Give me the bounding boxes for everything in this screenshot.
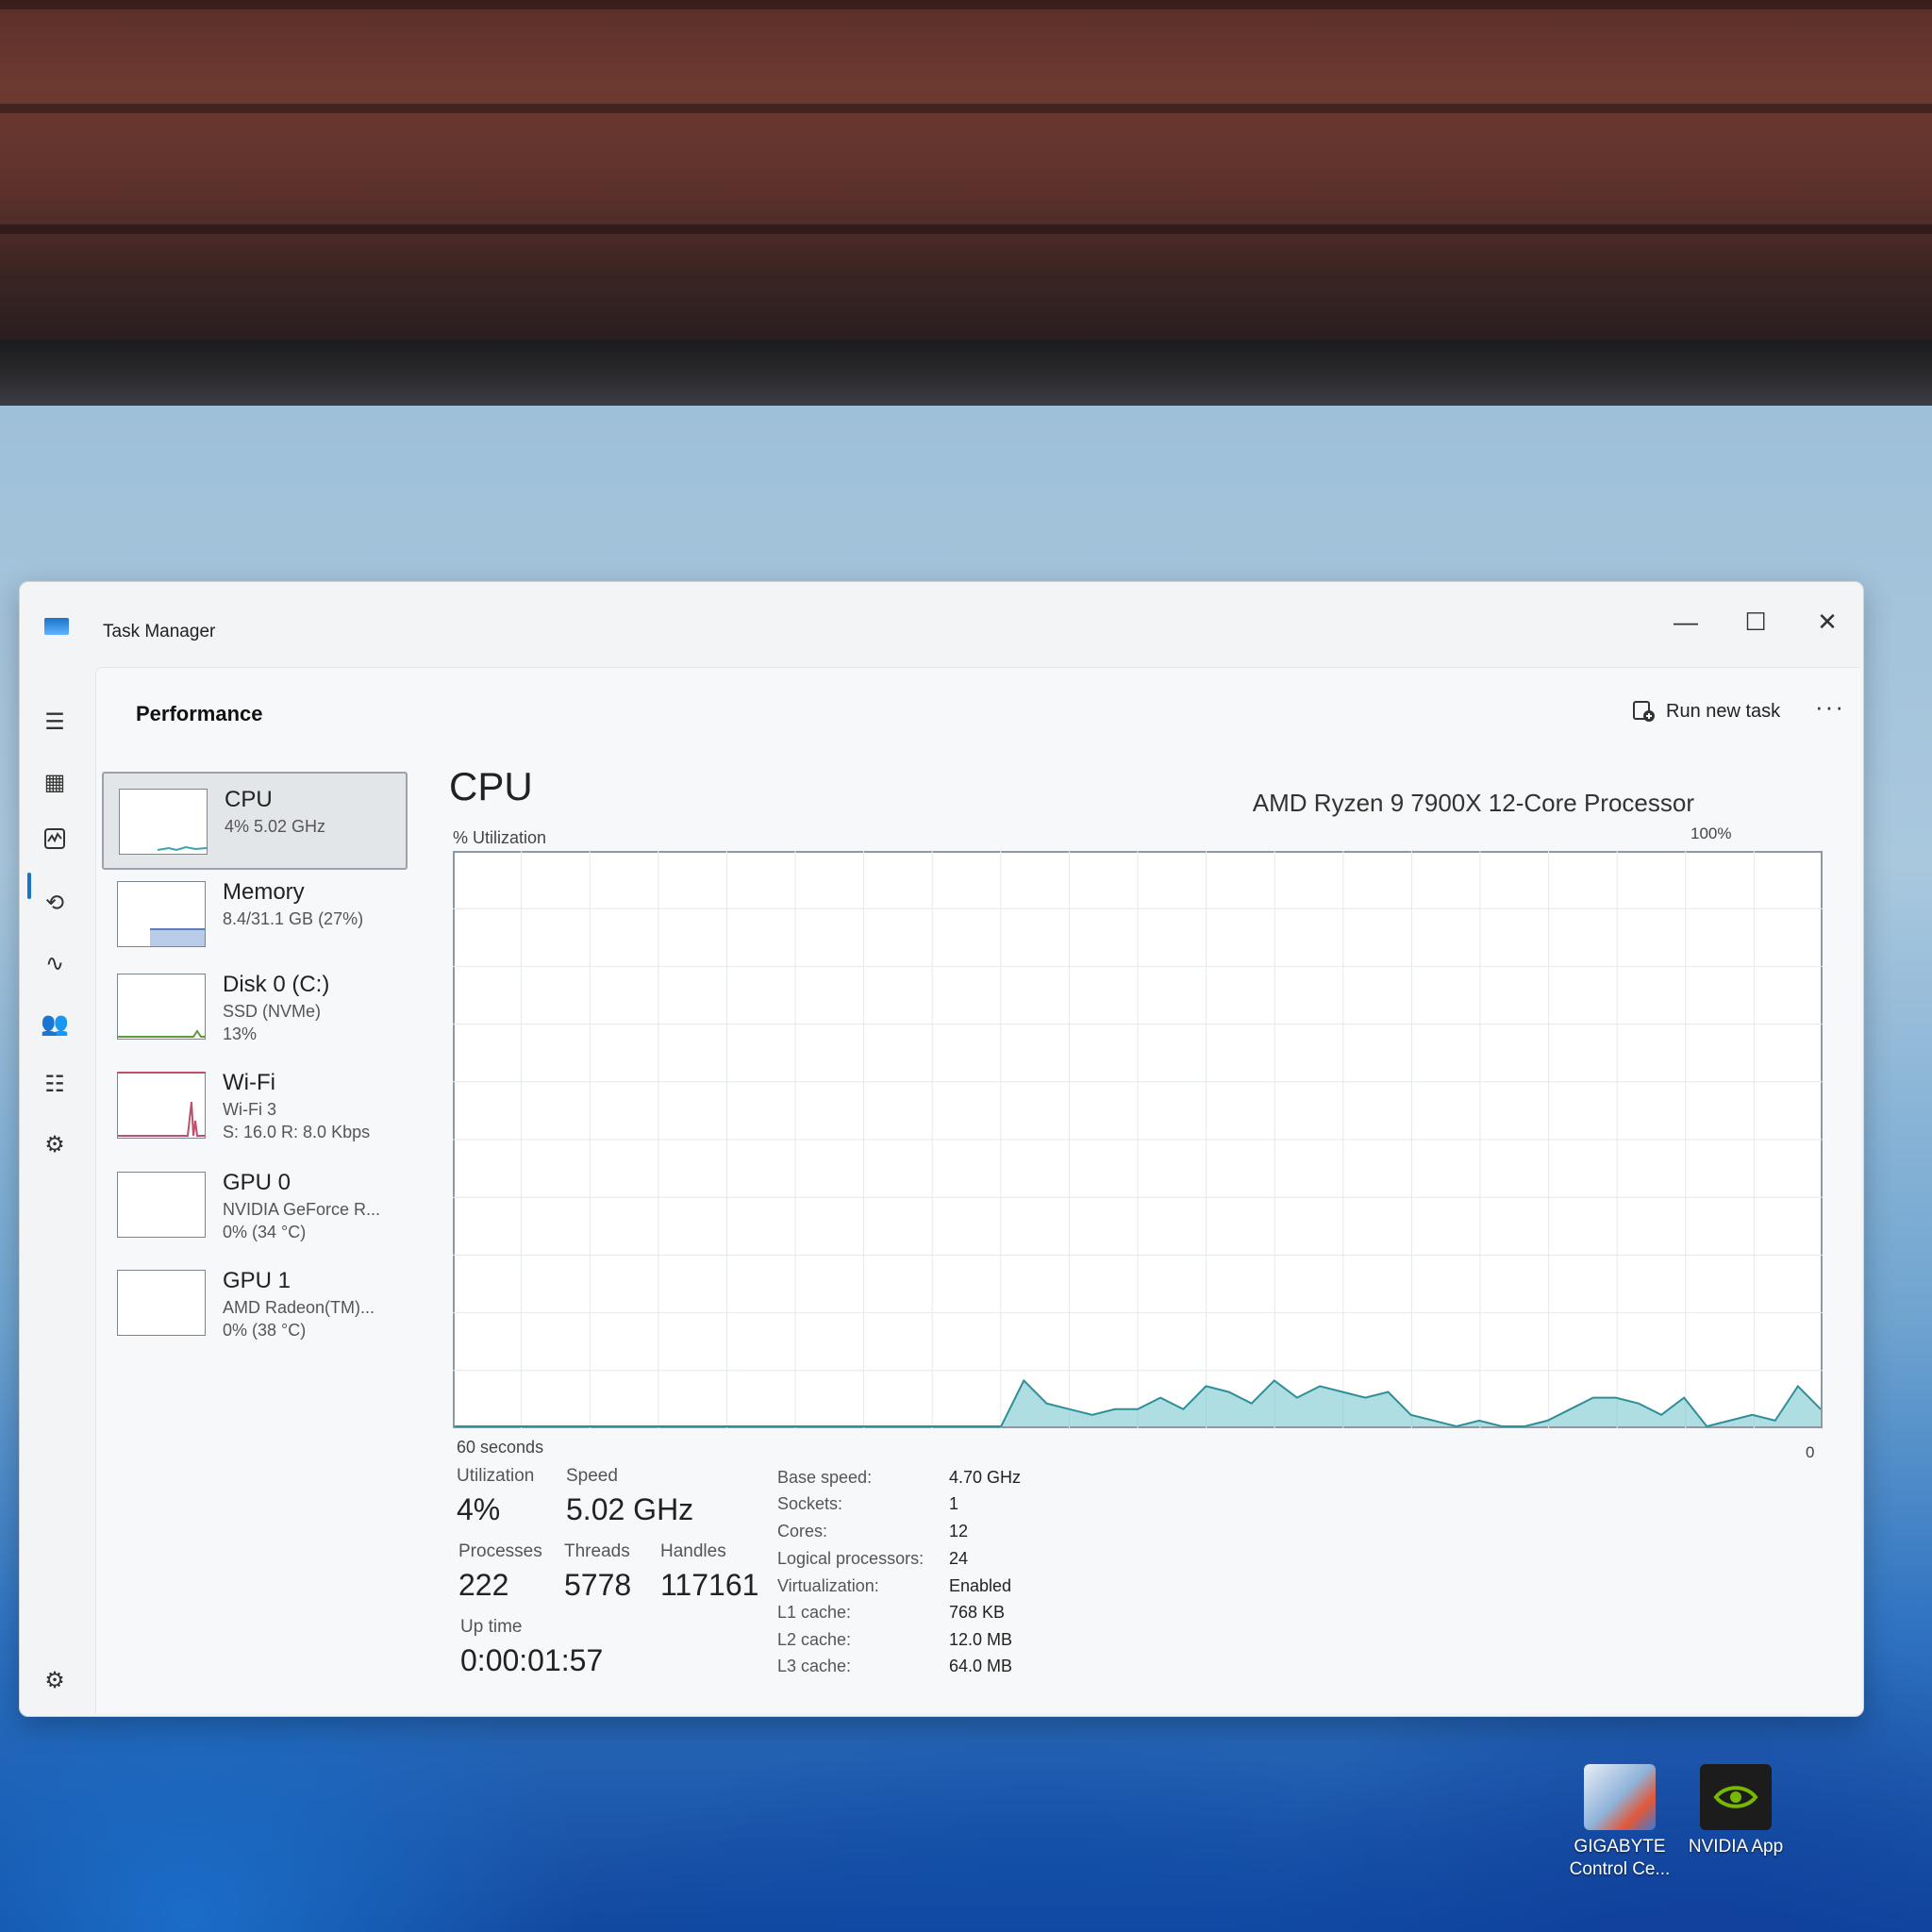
spec-value: 4.70 GHz [949, 1468, 1022, 1487]
window-blind-slat [0, 225, 1932, 234]
window-blind-slat [0, 0, 1932, 9]
device-name: GPU 0 [223, 1170, 291, 1195]
handles-value: 117161 [660, 1568, 759, 1602]
cpu-heading: CPU [449, 764, 533, 808]
cpu-model-name: AMD Ryzen 9 7900X 12-Core Processor [1252, 789, 1694, 817]
window-title: Task Manager [103, 622, 216, 641]
run-new-task-label: Run new task [1666, 700, 1781, 722]
performance-icon[interactable] [37, 827, 73, 859]
cpu-utilization-graph [453, 851, 1823, 1428]
spec-label: L1 cache: [777, 1603, 852, 1622]
device-name: GPU 1 [223, 1268, 291, 1293]
device-detail: AMD Radeon(TM)... [223, 1298, 375, 1317]
device-gpu-1[interactable]: GPU 1 AMD Radeon(TM)... 0% (38 °C) [102, 1255, 404, 1349]
spec-label: Virtualization: [777, 1576, 879, 1595]
device-memory[interactable]: Memory 8.4/31.1 GB (27%) [102, 866, 404, 960]
settings-icon[interactable]: ⚙ [37, 1665, 73, 1697]
device-disk-0[interactable]: Disk 0 (C:) SSD (NVMe) 13% [102, 958, 404, 1053]
processes-icon[interactable]: ▦ [37, 767, 73, 799]
processes-label: Processes [458, 1541, 542, 1561]
speed-label: Speed [566, 1466, 618, 1486]
task-manager-app-icon [44, 618, 69, 635]
spec-label: Base speed: [777, 1468, 873, 1487]
uptime-value: 0:00:01:57 [460, 1643, 604, 1677]
background-wall [0, 0, 1932, 340]
device-detail: 8.4/31.1 GB (27%) [223, 909, 364, 928]
spec-label: Cores: [777, 1522, 828, 1541]
device-name: Wi-Fi [223, 1070, 275, 1095]
startup-apps-icon[interactable]: ∿ [37, 948, 73, 980]
services-icon[interactable]: ⚙ [37, 1129, 73, 1161]
maximize-button[interactable]: ☐ [1737, 605, 1774, 639]
device-detail: Wi-Fi 3 [223, 1100, 276, 1119]
cpu-thumbnail [119, 789, 208, 855]
graph-time-label: 60 seconds [457, 1438, 544, 1457]
threads-value: 5778 [564, 1568, 632, 1602]
device-detail: 0% (38 °C) [223, 1321, 307, 1340]
spec-value: 64.0 MB [949, 1657, 1013, 1675]
gigabyte-control-center-icon [1584, 1764, 1656, 1830]
device-name: Memory [223, 879, 305, 905]
device-detail: SSD (NVMe) [223, 1002, 322, 1021]
monitor-bezel [0, 340, 1932, 406]
title-bar[interactable]: Task Manager — ☐ ✕ [20, 582, 1863, 641]
memory-thumbnail [117, 881, 206, 947]
window-blind-slat [0, 104, 1932, 113]
speed-value: 5.02 GHz [566, 1492, 694, 1526]
handles-label: Handles [660, 1541, 726, 1561]
spec-value: 12 [949, 1522, 969, 1541]
users-icon[interactable]: 👥 [37, 1008, 73, 1041]
spec-value: 768 KB [949, 1603, 1006, 1622]
nvidia-app-icon [1700, 1764, 1772, 1830]
more-options-button[interactable]: ··· [1815, 692, 1845, 722]
device-cpu[interactable]: CPU 4% 5.02 GHz [102, 772, 408, 870]
device-wifi[interactable]: Wi-Fi Wi-Fi 3 S: 16.0 R: 8.0 Kbps [102, 1057, 404, 1151]
device-detail: NVIDIA GeForce R... [223, 1200, 381, 1219]
threads-label: Threads [564, 1541, 630, 1561]
spec-label: L2 cache: [777, 1630, 852, 1649]
processes-value: 222 [458, 1568, 509, 1602]
utilization-label: Utilization [457, 1466, 535, 1486]
desktop-icon-gigabyte[interactable]: GIGABYTE Control Ce... [1558, 1764, 1681, 1881]
spec-value: 1 [949, 1494, 959, 1513]
spec-value: 24 [949, 1549, 969, 1568]
close-button[interactable]: ✕ [1808, 605, 1846, 639]
minimize-button[interactable]: — [1667, 605, 1705, 639]
desktop-icon-nvidia[interactable]: NVIDIA App [1674, 1764, 1797, 1858]
device-detail: 4% 5.02 GHz [225, 817, 326, 836]
left-navigation: ☰ ▦ ⟲ ∿ 👥 ☷ ⚙ ⚙ [20, 639, 95, 1714]
desktop-icon-label: NVIDIA App [1688, 1837, 1784, 1857]
spec-label: Logical processors: [777, 1549, 924, 1568]
device-detail: 13% [223, 1024, 258, 1043]
device-gpu-0[interactable]: GPU 0 NVIDIA GeForce R... 0% (34 °C) [102, 1157, 404, 1251]
device-detail: S: 16.0 R: 8.0 Kbps [223, 1123, 371, 1141]
page-title: Performance [136, 702, 263, 725]
performance-content: Performance Run new task ··· CPU 4% 5.02… [95, 667, 1860, 1713]
details-icon[interactable]: ☷ [37, 1069, 73, 1101]
graph-min-label: 0 [1806, 1443, 1815, 1461]
spec-value: 12.0 MB [949, 1630, 1013, 1649]
active-indicator [27, 873, 31, 899]
run-new-task-icon [1633, 701, 1655, 722]
app-history-icon[interactable]: ⟲ [37, 888, 73, 920]
graph-max-label: 100% [1690, 824, 1732, 842]
disk-thumbnail [117, 974, 206, 1040]
spec-label: Sockets: [777, 1494, 843, 1513]
task-manager-window: Task Manager — ☐ ✕ ☰ ▦ ⟲ ∿ 👥 ☷ ⚙ ⚙ Perfo… [19, 581, 1864, 1717]
gpu0-thumbnail [117, 1172, 206, 1238]
wifi-thumbnail [117, 1072, 206, 1139]
spec-label: L3 cache: [777, 1657, 852, 1675]
hamburger-menu-icon[interactable]: ☰ [37, 707, 73, 739]
utilization-value: 4% [457, 1492, 501, 1526]
spec-value: Enabled [949, 1576, 1012, 1595]
gpu1-thumbnail [117, 1270, 206, 1336]
device-name: Disk 0 (C:) [223, 972, 330, 997]
utilization-axis-label: % Utilization [453, 828, 547, 847]
uptime-label: Up time [460, 1617, 523, 1637]
run-new-task-button[interactable]: Run new task [1632, 692, 1780, 730]
desktop-icon-label: GIGABYTE Control Ce... [1569, 1837, 1671, 1879]
device-detail: 0% (34 °C) [223, 1223, 307, 1241]
device-name: CPU [225, 787, 273, 812]
